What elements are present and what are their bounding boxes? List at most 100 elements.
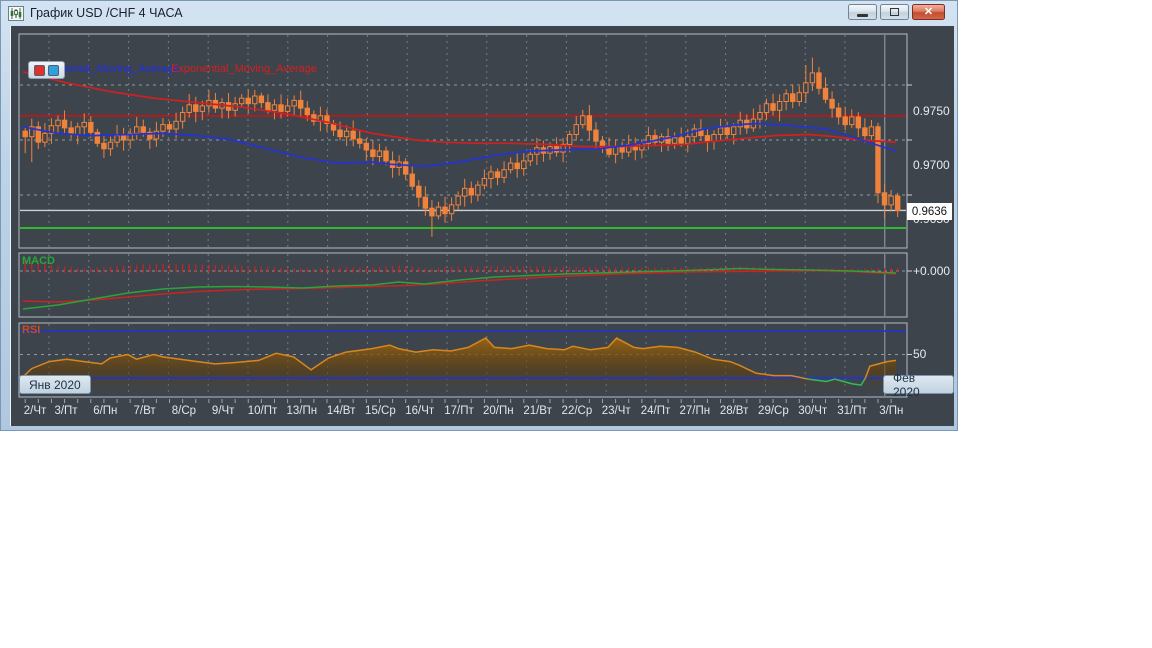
time-label: 29/Ср	[758, 405, 789, 417]
close-button[interactable]: ✕	[912, 4, 945, 20]
legend-blue-square-icon[interactable]	[48, 64, 59, 76]
candle-body	[88, 121, 94, 133]
candle-body	[186, 104, 192, 114]
candle-body	[278, 104, 284, 112]
candle-body	[193, 104, 199, 112]
time-label: 23/Чт	[601, 405, 631, 417]
time-label: 30/Чт	[798, 405, 828, 417]
legend-red-square-icon[interactable]	[34, 64, 45, 76]
candle-body	[383, 150, 389, 162]
price-tick-9750: 0.9750	[913, 104, 950, 118]
candle-body	[888, 195, 894, 206]
candle-body	[370, 149, 376, 158]
chart-client-area[interactable]: Exponential_Moving_Average Exponential_M…	[10, 26, 954, 426]
close-icon: ✕	[923, 5, 934, 18]
candle-body	[265, 102, 271, 111]
candle-body	[455, 195, 461, 206]
candle-body	[580, 115, 586, 126]
candle-body	[501, 169, 507, 178]
candle-body	[671, 137, 678, 144]
candle-body	[586, 115, 593, 131]
legend-ema-red-label[interactable]: Exponential_Moving_Average	[171, 63, 317, 75]
window-controls: ✕	[848, 4, 945, 20]
candle-body	[468, 187, 474, 196]
candle-body	[298, 99, 304, 109]
candle-body	[101, 142, 107, 150]
candle-body	[796, 92, 802, 102]
candle-body	[685, 136, 691, 144]
candle-body	[822, 87, 829, 100]
legend-buttons	[28, 61, 65, 79]
time-label: 2/Чт	[23, 405, 47, 417]
candle-body	[107, 141, 114, 150]
macd-panel[interactable]	[18, 252, 908, 318]
candle-body	[521, 160, 527, 170]
rsi-panel-label[interactable]: RSI	[22, 324, 40, 336]
candle-body	[527, 153, 534, 162]
time-label: 31/Пт	[837, 405, 867, 417]
candle-body	[199, 105, 206, 112]
candle-body	[238, 97, 245, 105]
candle-body	[566, 134, 573, 145]
time-label: 3/Пт	[54, 405, 78, 417]
time-label: 16/Чт	[405, 405, 435, 417]
macd-axis-label: +0.000	[913, 264, 951, 278]
candle-body	[160, 124, 166, 132]
window-title: График USD /CHF 4 ЧАСА	[30, 6, 183, 20]
time-label: 14/Вт	[326, 405, 356, 417]
candle-body	[724, 127, 730, 136]
time-label: 24/Пт	[640, 405, 671, 417]
month-marker-jan: Янв 2020	[19, 375, 91, 394]
restore-button[interactable]	[880, 4, 909, 20]
candle-body	[245, 97, 251, 105]
candle-body	[875, 126, 881, 194]
candle-body	[337, 129, 343, 138]
candle-body	[258, 95, 265, 104]
minimize-button[interactable]	[848, 4, 877, 20]
month-marker-feb: Фев 2020	[883, 371, 954, 399]
time-label: 10/Пт	[247, 405, 278, 417]
minimize-icon	[857, 14, 868, 17]
macd-panel-label[interactable]: MACD	[22, 255, 55, 267]
candle-body	[475, 184, 481, 196]
time-label: 17/Пт	[444, 405, 474, 417]
candle-body	[448, 204, 455, 215]
candle-body	[153, 130, 160, 140]
candle-body	[74, 126, 81, 136]
candle-body	[462, 187, 468, 197]
candle-body	[22, 130, 28, 138]
candle-body	[855, 116, 862, 129]
candle-body	[678, 137, 684, 144]
candle-body	[435, 206, 442, 217]
candle-body	[803, 82, 809, 94]
candle-body	[494, 171, 501, 178]
candle-body	[757, 112, 763, 120]
candle-body	[134, 126, 140, 134]
time-label: 9/Чт	[211, 405, 235, 417]
candle-body	[357, 138, 363, 144]
candle-body	[416, 185, 422, 198]
candle-body	[514, 162, 520, 170]
window-titlebar[interactable]: График USD /CHF 4 ЧАСА	[1, 1, 957, 25]
candlestick-chart-icon	[8, 5, 24, 21]
rsi-axis-label: 50	[913, 347, 927, 361]
candle-body	[737, 119, 743, 128]
candle-body	[894, 195, 901, 211]
candle-body	[343, 130, 350, 138]
price-tick-9700: 0.9700	[913, 158, 950, 172]
restore-icon	[890, 8, 899, 16]
time-label: 7/Вт	[133, 405, 156, 417]
candle-body	[271, 104, 278, 111]
current-price-tag: 0.9636	[907, 203, 952, 220]
candle-body	[252, 95, 258, 105]
candle-body	[776, 101, 783, 111]
time-label: 6/Пн	[93, 405, 118, 417]
candle-body	[376, 150, 383, 157]
candle-body	[842, 116, 848, 126]
candle-body	[790, 93, 796, 103]
candle-body	[409, 173, 415, 187]
desktop: { "window": { "title": "График USD /CHF …	[0, 0, 1152, 648]
candle-body	[606, 147, 612, 155]
chart-canvas[interactable]	[11, 26, 955, 426]
time-label: 15/Ср	[365, 405, 396, 417]
